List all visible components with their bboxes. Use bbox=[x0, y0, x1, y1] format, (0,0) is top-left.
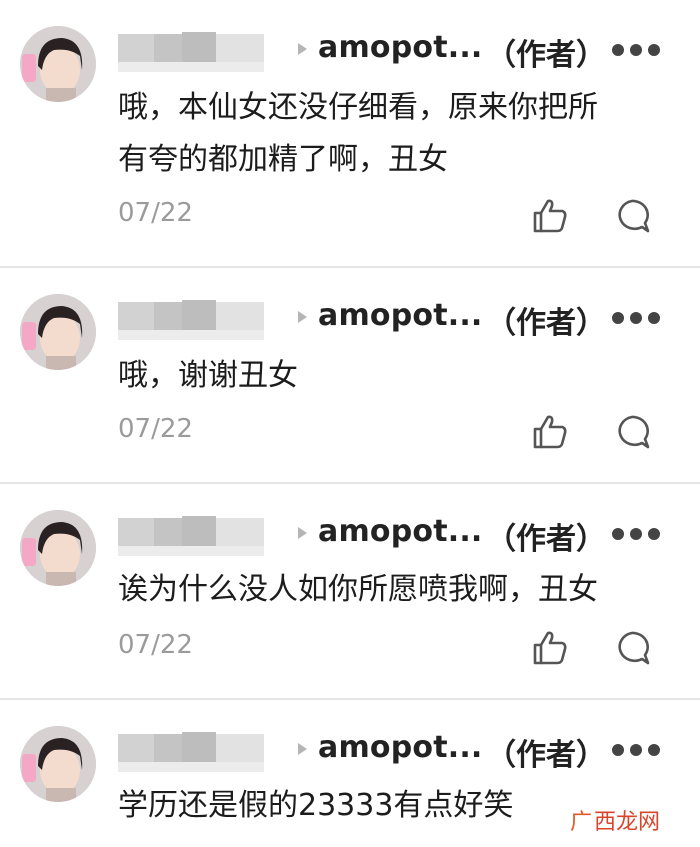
comment-item: amopot... （作者） 哦，谢谢丑女 07/22 bbox=[0, 268, 700, 482]
comment-line: 哦，本仙女还没仔细看，原来你把所 bbox=[118, 90, 598, 125]
avatar[interactable] bbox=[20, 294, 96, 370]
site-watermark: 广西龙网 bbox=[570, 804, 660, 836]
comment-item: amopot... （作者） 诶为什么没人如你所愿喷我啊，丑女 07/22 bbox=[0, 484, 700, 698]
watermark-text: 西龙网 bbox=[594, 810, 661, 835]
watermark-glyph: 广 bbox=[570, 810, 593, 835]
author-name[interactable]: amopot... bbox=[318, 730, 483, 765]
more-dots-icon[interactable] bbox=[612, 744, 660, 758]
comment-date: 07/22 bbox=[118, 198, 193, 228]
more-dots-icon[interactable] bbox=[612, 44, 660, 58]
more-dots-icon[interactable] bbox=[612, 528, 660, 542]
author-tag: （作者） bbox=[486, 38, 606, 73]
comment-date: 07/22 bbox=[118, 630, 193, 660]
avatar[interactable] bbox=[20, 510, 96, 586]
comment-bubble-icon[interactable] bbox=[612, 628, 652, 668]
comment-line: 诶为什么没人如你所愿喷我啊，丑女 bbox=[118, 572, 598, 607]
blurred-username[interactable] bbox=[118, 514, 264, 556]
comment-line: 哦，谢谢丑女 bbox=[118, 358, 298, 393]
author-name[interactable]: amopot... bbox=[318, 514, 483, 549]
comment-bubble-icon[interactable] bbox=[612, 196, 652, 236]
thumbs-up-icon[interactable] bbox=[530, 412, 570, 452]
reply-to-arrow-icon bbox=[298, 311, 307, 323]
author-tag: （作者） bbox=[486, 306, 606, 341]
comment-item: amopot... （作者） 哦，本仙女还没仔细看，原来你把所 有夸的都加精了啊… bbox=[0, 0, 700, 266]
thumbs-up-icon[interactable] bbox=[530, 196, 570, 236]
comment-line: 有夸的都加精了啊，丑女 bbox=[118, 142, 448, 177]
more-dots-icon[interactable] bbox=[612, 312, 660, 326]
author-tag: （作者） bbox=[486, 738, 606, 773]
comment-text: 哦，本仙女还没仔细看，原来你把所 有夸的都加精了啊，丑女 bbox=[118, 82, 668, 186]
blurred-username[interactable] bbox=[118, 730, 264, 772]
reply-to-arrow-icon bbox=[298, 43, 307, 55]
author-tag: （作者） bbox=[486, 522, 606, 557]
blurred-username[interactable] bbox=[118, 30, 264, 72]
thumbs-up-icon[interactable] bbox=[530, 628, 570, 668]
author-name[interactable]: amopot... bbox=[318, 30, 483, 65]
comment-date: 07/22 bbox=[118, 414, 193, 444]
avatar[interactable] bbox=[20, 726, 96, 802]
author-name[interactable]: amopot... bbox=[318, 298, 483, 333]
comment-text: 诶为什么没人如你所愿喷我啊，丑女 bbox=[118, 564, 668, 616]
reply-to-arrow-icon bbox=[298, 743, 307, 755]
comment-bubble-icon[interactable] bbox=[612, 412, 652, 452]
avatar[interactable] bbox=[20, 26, 96, 102]
comment-text: 哦，谢谢丑女 bbox=[118, 350, 668, 402]
reply-to-arrow-icon bbox=[298, 527, 307, 539]
blurred-username[interactable] bbox=[118, 298, 264, 340]
